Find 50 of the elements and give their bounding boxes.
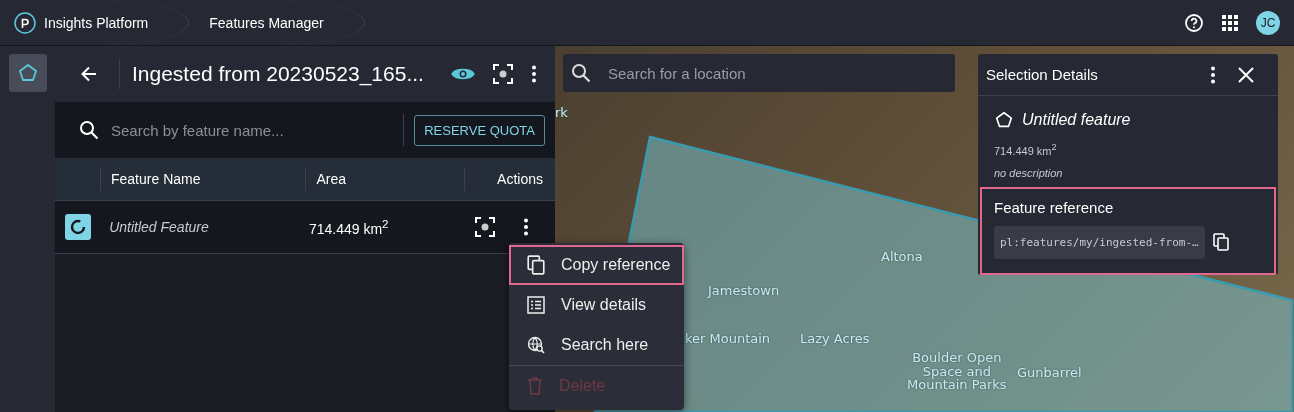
pentagon-icon (16, 62, 39, 84)
list-icon (527, 296, 545, 314)
menu-item[interactable]: View details (509, 285, 684, 325)
back-arrow-icon[interactable] (79, 64, 99, 84)
logo-icon (14, 11, 36, 34)
user-avatar[interactable]: JC (1256, 10, 1280, 35)
feature-name-cell-text: Untitled Feature (108, 219, 210, 235)
feature-icon (65, 214, 91, 240)
globe-search-icon (527, 336, 545, 354)
pentagon-icon (994, 110, 1014, 130)
eye-icon[interactable] (451, 66, 475, 82)
menu-item[interactable]: Search here (509, 325, 684, 365)
menu-item[interactable]: Copy reference (509, 245, 684, 285)
column-header: Area (305, 167, 465, 191)
panel-title: Ingested from 20230523_165... (132, 62, 425, 86)
feature-search-field[interactable]: Search by feature name... (109, 120, 394, 140)
focus-icon[interactable] (475, 217, 495, 237)
map-label: Boulder Open Space and Mountain Parks (907, 351, 1007, 392)
app-name[interactable]: Insights Platform (44, 14, 149, 31)
map-label: Lazy Acres (800, 332, 870, 346)
reference-label: Feature reference (994, 198, 1115, 216)
column-header: Feature Name (100, 167, 306, 191)
more-icon[interactable] (531, 65, 537, 83)
location-search-field[interactable]: Search for a location (563, 54, 955, 92)
more-icon[interactable] (1210, 65, 1216, 84)
map-label: rk (555, 106, 568, 120)
close-icon[interactable] (1238, 66, 1254, 83)
search-icon (571, 63, 591, 83)
copy-icon[interactable] (1212, 233, 1229, 252)
area-cell: 714.449 km$^{2}$ (308, 217, 389, 237)
feature-name: Untitled feature (1022, 111, 1131, 129)
reserve-quota-button[interactable]: RESERVE QUOTA (414, 114, 545, 146)
more-icon[interactable] (523, 218, 529, 236)
map-label: ker Mountain (685, 332, 771, 346)
reference-field: pl:features/my/ingested-from-… (994, 225, 1205, 259)
focus-icon[interactable] (493, 64, 513, 84)
search-icon (79, 120, 99, 140)
details-title: Selection Details (986, 66, 1099, 83)
copy-icon (527, 255, 545, 275)
apps-grid-icon[interactable] (1222, 14, 1238, 31)
map-label: Gunbarrel (1017, 366, 1082, 380)
trash-icon (527, 377, 543, 395)
features-tab[interactable] (8, 54, 47, 92)
feature-area: 714.449 km$^{2}$ (994, 142, 1262, 157)
map-label: Altona (881, 250, 923, 264)
help-icon[interactable] (1184, 12, 1204, 33)
breadcrumb[interactable]: Features Manager (189, 0, 365, 45)
feature-description: no description (994, 166, 1064, 179)
map-label: Jamestown (708, 284, 780, 298)
satellite-map[interactable] (555, 46, 1294, 412)
